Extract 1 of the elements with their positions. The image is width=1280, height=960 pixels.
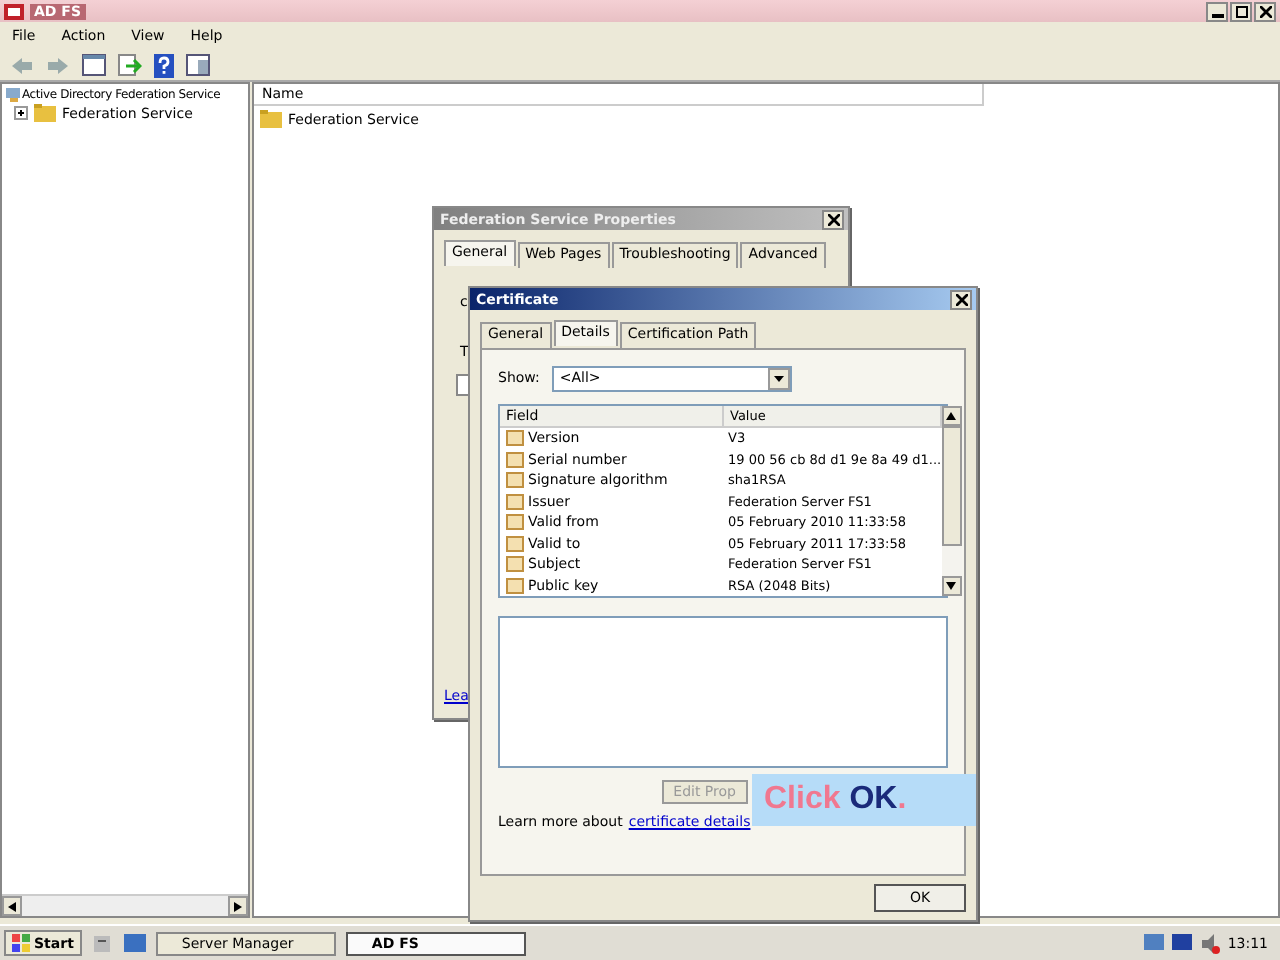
instruction-callout: Click OK. (752, 774, 976, 826)
